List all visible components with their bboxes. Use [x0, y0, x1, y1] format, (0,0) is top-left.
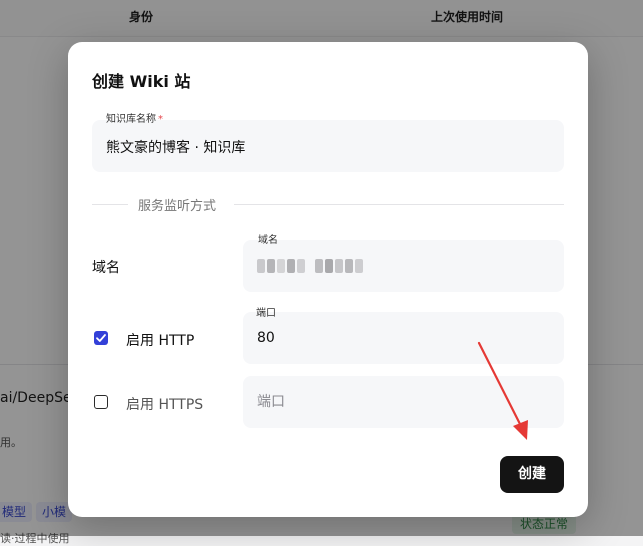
section-divider-right — [234, 204, 564, 205]
kb-name-value: 熊文豪的博客 · 知识库 — [106, 140, 246, 156]
dialog-title: 创建 Wiki 站 — [92, 72, 191, 91]
https-port-input[interactable] — [243, 376, 564, 428]
create-button[interactable]: 创建 — [500, 456, 564, 493]
https-label[interactable]: 启用 HTTPS — [126, 394, 203, 414]
redacted-domain-value — [257, 259, 363, 273]
http-port-field[interactable]: 端口 80 — [243, 308, 564, 364]
section-divider-left — [92, 204, 128, 205]
http-label[interactable]: 启用 HTTP — [126, 330, 194, 350]
create-wiki-dialog: 创建 Wiki 站 知识库名称 * 熊文豪的博客 · 知识库 服务监听方式 域名 … — [68, 42, 588, 517]
https-checkbox[interactable] — [94, 395, 108, 409]
domain-row-label: 域名 — [92, 260, 120, 276]
required-mark: * — [158, 114, 163, 125]
section-title: 服务监听方式 — [138, 195, 217, 214]
kb-name-field[interactable]: 知识库名称 * 熊文豪的博客 · 知识库 — [92, 114, 564, 172]
http-port-label: 端口 — [256, 308, 276, 319]
http-checkbox[interactable] — [94, 331, 108, 345]
kb-name-label: 知识库名称 * — [106, 114, 163, 125]
domain-field[interactable]: 域名 — [243, 235, 564, 292]
checkmark-icon — [96, 334, 106, 342]
https-port-field[interactable] — [243, 376, 564, 428]
http-port-value: 80 — [257, 330, 275, 346]
domain-field-label: 域名 — [258, 235, 278, 246]
